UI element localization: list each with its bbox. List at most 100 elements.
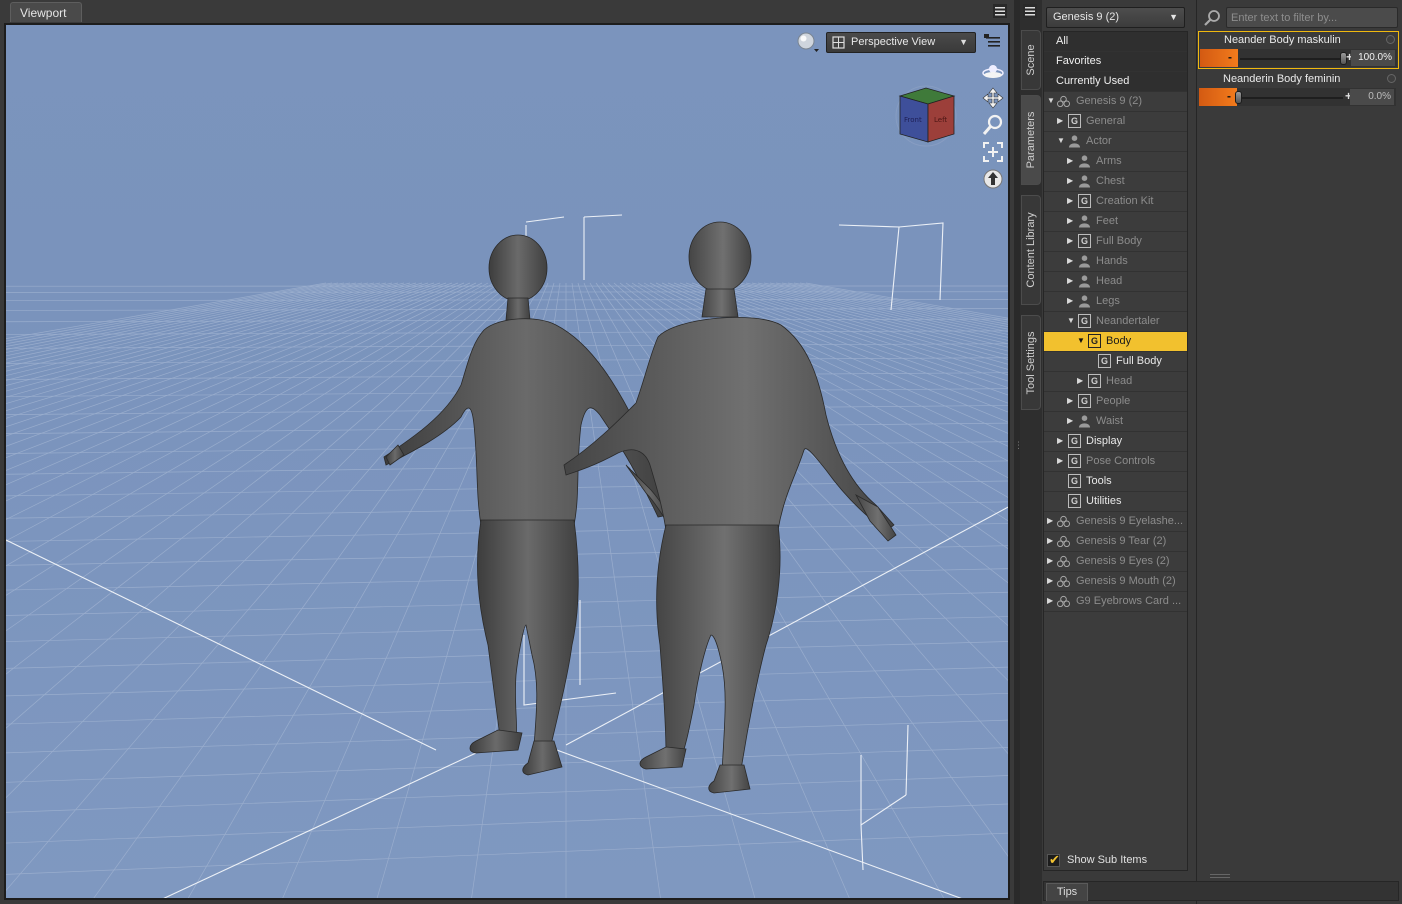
slider-track[interactable] [1239, 97, 1343, 99]
tab-tool-settings[interactable]: Tool Settings [1021, 315, 1041, 410]
collapsed-arrow-icon[interactable]: ▶ [1067, 396, 1073, 405]
tab-content-library[interactable]: Content Library [1021, 195, 1041, 305]
tree-item-genesis-9-eyes[interactable]: ▶ Genesis 9 Eyes (2) [1044, 552, 1187, 572]
view-select[interactable]: Perspective View ▼ [826, 32, 976, 53]
figure-select[interactable]: Genesis 9 (2) ▼ [1046, 7, 1185, 28]
collapsed-arrow-icon[interactable]: ▶ [1067, 216, 1073, 225]
tree-item-creation-kit[interactable]: ▶ G Creation Kit [1044, 192, 1187, 212]
tree-item-label: Legs [1096, 295, 1120, 307]
collapsed-arrow-icon[interactable]: ▶ [1067, 156, 1073, 165]
zoom-icon[interactable] [980, 113, 1006, 137]
tree-item-legs[interactable]: ▶ Legs [1044, 292, 1187, 312]
3d-viewport[interactable]: Perspective View ▼ Front Left [4, 23, 1010, 900]
property-slider[interactable]: - + 0.0% [1199, 88, 1396, 106]
collapsed-arrow-icon[interactable]: ▶ [1077, 376, 1083, 385]
chevron-down-icon: ▼ [1169, 12, 1178, 22]
tree-item-body-head[interactable]: ▶ G Head [1044, 372, 1187, 392]
tab-tips[interactable]: Tips [1046, 883, 1088, 901]
collapsed-arrow-icon[interactable]: ▶ [1067, 236, 1073, 245]
tree-item-hands[interactable]: ▶ Hands [1044, 252, 1187, 272]
tree-item-full-body[interactable]: ▶ G Full Body [1044, 232, 1187, 252]
home-view-icon[interactable] [980, 167, 1006, 191]
tree-item-genesis-9-mouth[interactable]: ▶ Genesis 9 Mouth (2) [1044, 572, 1187, 592]
tree-item-chest[interactable]: ▶ Chest [1044, 172, 1187, 192]
collapsed-arrow-icon[interactable]: ▶ [1067, 176, 1073, 185]
tree-item-currently-used[interactable]: Currently Used [1044, 72, 1187, 92]
tab-scene[interactable]: Scene [1021, 30, 1041, 90]
pane-options-icon[interactable] [984, 34, 1002, 50]
tree-item-body[interactable]: ▼ G Body [1044, 332, 1187, 352]
expanded-arrow-icon[interactable]: ▼ [1077, 336, 1085, 345]
collapsed-arrow-icon[interactable]: ▶ [1067, 196, 1073, 205]
collapsed-arrow-icon[interactable]: ▶ [1057, 116, 1063, 125]
tree-item-display[interactable]: ▶ G Display [1044, 432, 1187, 452]
slider-value-field[interactable]: 0.0% [1350, 89, 1394, 105]
tree-item-body-full-body[interactable]: G Full Body [1044, 352, 1187, 372]
viewport-pane: Viewport Perspective View ▼ Front Left [0, 0, 1014, 904]
slider-track[interactable] [1240, 58, 1344, 60]
collapsed-arrow-icon[interactable]: ▶ [1047, 536, 1053, 545]
tree-item-waist[interactable]: ▶ Waist [1044, 412, 1187, 432]
tab-parameters[interactable]: Parameters [1021, 95, 1041, 185]
checkbox-box[interactable]: ✔ [1047, 852, 1060, 867]
tree-item-head[interactable]: ▶ Head [1044, 272, 1187, 292]
decrement-button[interactable]: - [1228, 50, 1232, 64]
property-neander-body-maskulin[interactable]: Neander Body maskulin - + 100.0% [1198, 31, 1399, 69]
viewport-tab[interactable]: Viewport [10, 2, 82, 22]
tree-item-label: Pose Controls [1086, 455, 1156, 467]
collapsed-arrow-icon[interactable]: ▶ [1067, 276, 1073, 285]
person-icon [1078, 255, 1091, 268]
pane-menu-icon[interactable] [992, 3, 1008, 19]
figure-icon [1057, 515, 1070, 528]
pin-icon[interactable] [1387, 74, 1396, 83]
collapsed-arrow-icon[interactable]: ▶ [1047, 556, 1053, 565]
draw-style-icon[interactable] [797, 32, 821, 54]
tree-item-genesis-9-eyelashes[interactable]: ▶ Genesis 9 Eyelashe... [1044, 512, 1187, 532]
view-cube[interactable]: Front Left [890, 82, 962, 148]
collapsed-arrow-icon[interactable]: ▶ [1047, 576, 1053, 585]
decrement-button[interactable]: - [1227, 89, 1231, 103]
collapsed-arrow-icon[interactable]: ▶ [1047, 516, 1053, 525]
resize-grip-icon[interactable] [1210, 874, 1230, 878]
tree-item-feet[interactable]: ▶ Feet [1044, 212, 1187, 232]
expanded-arrow-icon[interactable]: ▼ [1047, 96, 1055, 105]
slider-knob[interactable] [1235, 91, 1242, 104]
tab-menu-icon[interactable] [1022, 3, 1038, 19]
group-icon: G [1068, 114, 1081, 128]
filter-search-input[interactable] [1226, 7, 1398, 28]
tree-item-people[interactable]: ▶ G People [1044, 392, 1187, 412]
tree-item-genesis-9-tear[interactable]: ▶ Genesis 9 Tear (2) [1044, 532, 1187, 552]
property-slider[interactable]: - + 100.0% [1200, 49, 1397, 67]
parameter-tree[interactable]: All Favorites Currently Used ▼ Genesis 9… [1043, 31, 1188, 871]
show-sub-items-checkbox[interactable]: ✔ Show Sub Items [1047, 852, 1187, 869]
tree-item-tools[interactable]: G Tools [1044, 472, 1187, 492]
tree-item-label: People [1096, 395, 1131, 407]
collapsed-arrow-icon[interactable]: ▶ [1067, 416, 1073, 425]
slider-value-field[interactable]: 100.0% [1351, 50, 1395, 66]
pan-icon[interactable] [980, 86, 1006, 110]
collapsed-arrow-icon[interactable]: ▶ [1067, 256, 1073, 265]
expanded-arrow-icon[interactable]: ▼ [1057, 136, 1065, 145]
pin-icon[interactable] [1386, 35, 1395, 44]
tree-item-favorites[interactable]: Favorites [1044, 52, 1187, 72]
collapsed-arrow-icon[interactable]: ▶ [1057, 456, 1063, 465]
tree-item-actor[interactable]: ▼ Actor [1044, 132, 1187, 152]
tree-item-general[interactable]: ▶ G General [1044, 112, 1187, 132]
collapsed-arrow-icon[interactable]: ▶ [1057, 436, 1063, 445]
orbit-icon[interactable] [980, 59, 1006, 83]
tree-item-neandertaler[interactable]: ▼ G Neandertaler [1044, 312, 1187, 332]
tree-item-label: Genesis 9 Tear (2) [1076, 535, 1167, 547]
collapsed-arrow-icon[interactable]: ▶ [1067, 296, 1073, 305]
tree-item-g9-eyebrows-card[interactable]: ▶ G9 Eyebrows Card ... [1044, 592, 1187, 612]
tree-item-pose-controls[interactable]: ▶ G Pose Controls [1044, 452, 1187, 472]
tree-item-utilities[interactable]: G Utilities [1044, 492, 1187, 512]
tree-item-genesis-9[interactable]: ▼ Genesis 9 (2) [1044, 92, 1187, 112]
tree-item-all[interactable]: All [1044, 32, 1187, 52]
property-neanderin-body-feminin[interactable]: Neanderin Body feminin - + 0.0% [1198, 71, 1399, 109]
collapsed-arrow-icon[interactable]: ▶ [1047, 596, 1053, 605]
scene-render[interactable] [6, 25, 1010, 900]
frame-icon[interactable] [980, 140, 1006, 164]
expanded-arrow-icon[interactable]: ▼ [1067, 316, 1075, 325]
tree-item-arms[interactable]: ▶ Arms [1044, 152, 1187, 172]
tree-item-label: Arms [1096, 155, 1122, 167]
